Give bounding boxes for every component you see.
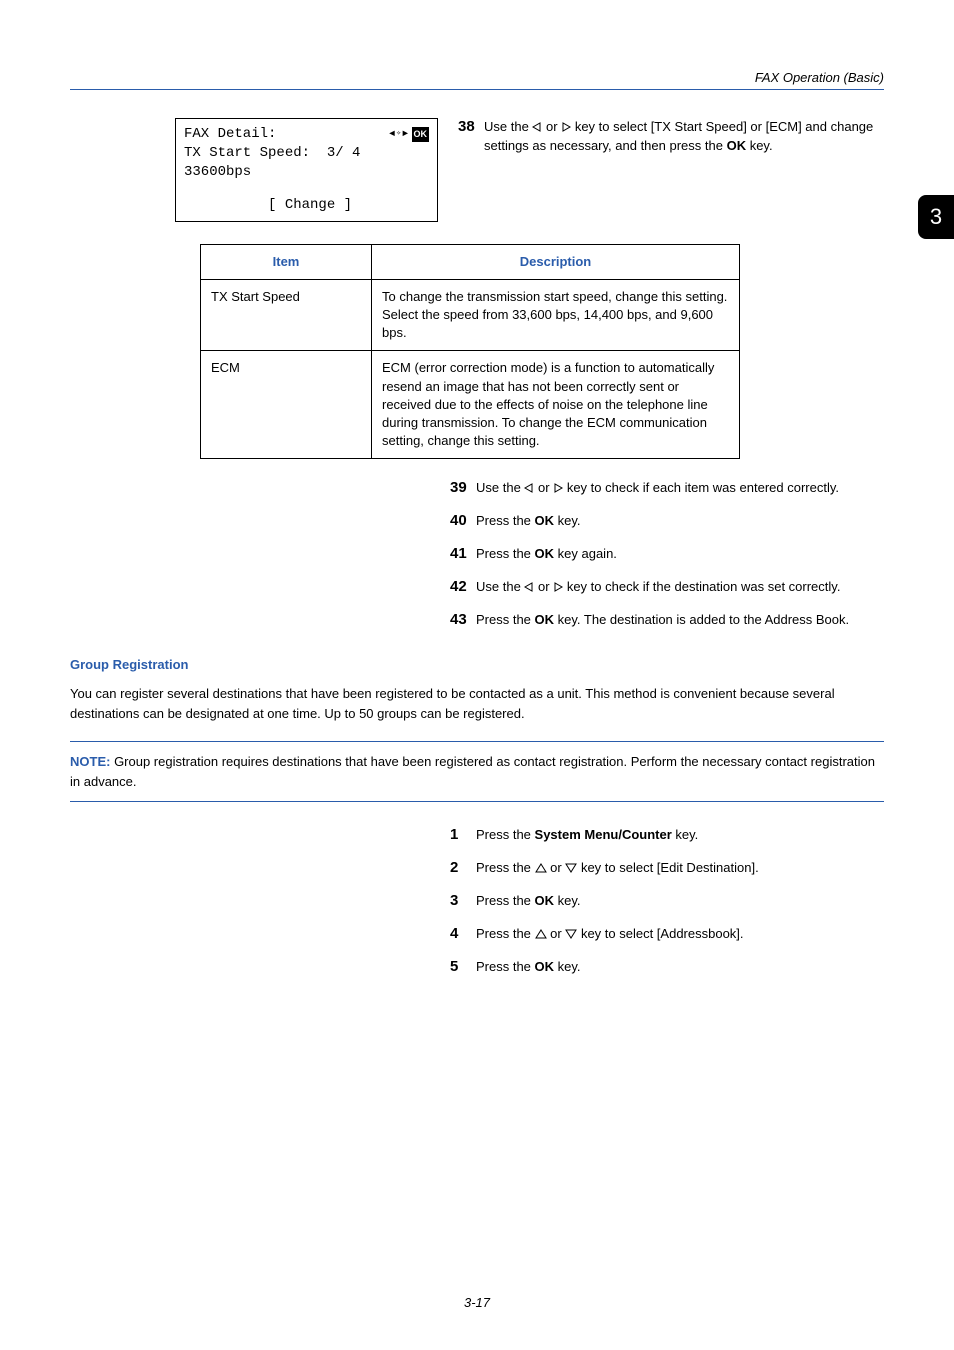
triangle-down-icon (565, 863, 577, 873)
cell-desc: ECM (error correction mode) is a functio… (372, 351, 740, 459)
step-41-text: Press the OK key again. (476, 545, 617, 564)
triangle-right-icon (553, 483, 563, 493)
step-38-text: Use the or key to select [TX Start Speed… (484, 118, 884, 222)
lcd-arrow-right-icon: ▸ (401, 125, 409, 144)
step-5-num: 5 (450, 958, 476, 977)
step-3-text: Press the OK key. (476, 892, 581, 911)
table-row: TX Start Speed To change the transmissio… (201, 279, 740, 351)
chapter-tab: 3 (918, 195, 954, 239)
lcd-screen: FAX Detail: ◂ ✧ ▸ OK TX Start Speed: 3/ … (175, 118, 438, 222)
lcd-line1-left: FAX Detail: (184, 125, 276, 144)
step-43-num: 43 (450, 611, 476, 630)
step-5-text: Press the OK key. (476, 958, 581, 977)
header-title: FAX Operation (Basic) (70, 70, 884, 85)
group-heading: Group Registration (70, 657, 884, 672)
step-42-num: 42 (450, 578, 476, 597)
group-para: You can register several destinations th… (70, 684, 884, 723)
triangle-left-icon (524, 483, 534, 493)
page-number: 3-17 (0, 1295, 954, 1310)
step-2-text: Press the or key to select [Edit Destina… (476, 859, 759, 878)
triangle-left-icon (532, 122, 542, 132)
step-1-num: 1 (450, 826, 476, 845)
note-text: Group registration requires destinations… (70, 754, 875, 789)
step-3-num: 3 (450, 892, 476, 911)
triangle-left-icon (524, 582, 534, 592)
lcd-line4: [ Change ] (184, 196, 429, 215)
triangle-up-icon (535, 929, 547, 939)
step-1-text: Press the System Menu/Counter key. (476, 826, 698, 845)
th-desc: Description (372, 244, 740, 279)
step-2-num: 2 (450, 859, 476, 878)
settings-table: Item Description TX Start Speed To chang… (200, 244, 740, 460)
table-row: ECM ECM (error correction mode) is a fun… (201, 351, 740, 459)
step-4-num: 4 (450, 925, 476, 944)
cell-desc: To change the transmission start speed, … (372, 279, 740, 351)
step-38-num: 38 (458, 118, 484, 222)
step-41-num: 41 (450, 545, 476, 564)
cell-item: ECM (201, 351, 372, 459)
step-39-num: 39 (450, 479, 476, 498)
note-block: NOTE: Group registration requires destin… (70, 741, 884, 802)
step-42-text: Use the or key to check if the destinati… (476, 578, 840, 597)
th-item: Item (201, 244, 372, 279)
step-40-num: 40 (450, 512, 476, 531)
triangle-up-icon (535, 863, 547, 873)
triangle-down-icon (565, 929, 577, 939)
cell-item: TX Start Speed (201, 279, 372, 351)
triangle-right-icon (553, 582, 563, 592)
lcd-line3: 33600bps (184, 163, 429, 182)
note-label: NOTE: (70, 754, 110, 769)
step-40-text: Press the OK key. (476, 512, 581, 531)
header-rule: FAX Operation (Basic) (70, 70, 884, 90)
lcd-arrow-left-icon: ◂ (388, 125, 396, 144)
step-4-text: Press the or key to select [Addressbook]… (476, 925, 744, 944)
triangle-right-icon (561, 122, 571, 132)
lcd-ok-badge: OK (412, 127, 430, 141)
lcd-nav-ok: ◂ ✧ ▸ OK (388, 125, 429, 144)
lcd-line2: TX Start Speed: 3/ 4 (184, 144, 429, 163)
step-39-text: Use the or key to check if each item was… (476, 479, 839, 498)
step-43-text: Press the OK key. The destination is add… (476, 611, 849, 630)
